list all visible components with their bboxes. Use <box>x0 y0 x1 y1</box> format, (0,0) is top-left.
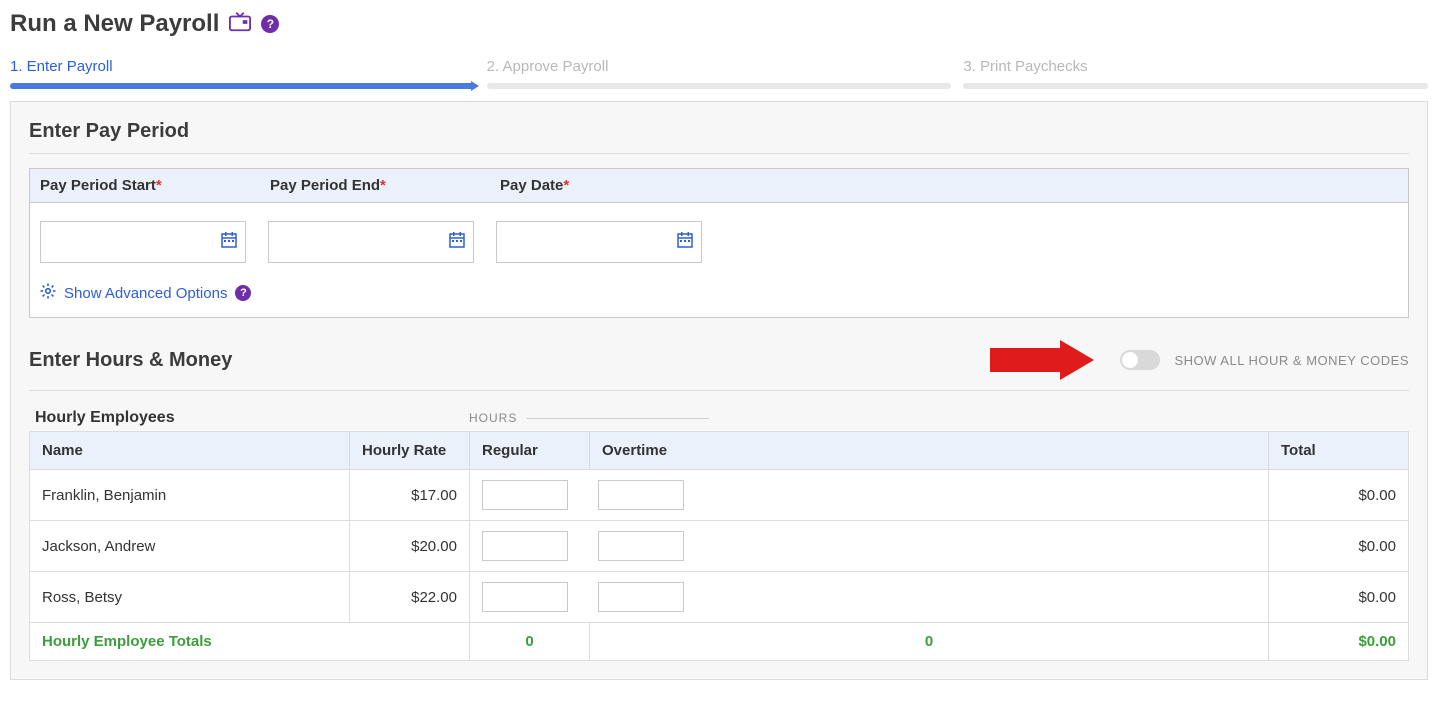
step-enter-payroll[interactable]: 1. Enter Payroll <box>10 58 475 89</box>
pay-date-input[interactable] <box>496 221 702 263</box>
step-label: 3. Print Paychecks <box>963 58 1428 83</box>
employee-name: Ross, Betsy <box>30 572 350 623</box>
hourly-employees-table: Name Hourly Rate Regular Overtime Total … <box>29 431 1409 661</box>
col-rate: Hourly Rate <box>350 432 470 470</box>
overtime-hours-input[interactable] <box>598 531 684 561</box>
totals-regular: 0 <box>470 623 590 661</box>
col-overtime: Overtime <box>590 432 1269 470</box>
pay-period-end-label: Pay Period End* <box>270 177 500 194</box>
table-row: Jackson, Andrew $20.00 $0.00 <box>30 521 1409 572</box>
employee-rate: $17.00 <box>350 470 470 521</box>
tv-icon[interactable] <box>229 12 251 36</box>
pay-period-box: Pay Period Start* Pay Period End* Pay Da… <box>29 168 1409 318</box>
employee-rate: $22.00 <box>350 572 470 623</box>
show-advanced-options-link[interactable]: Show Advanced Options <box>64 285 227 302</box>
show-all-codes-toggle[interactable] <box>1120 350 1160 370</box>
totals-overtime: 0 <box>590 623 1269 661</box>
table-row: Ross, Betsy $22.00 $0.00 <box>30 572 1409 623</box>
table-row: Franklin, Benjamin $17.00 $0.00 <box>30 470 1409 521</box>
page-title: Run a New Payroll <box>10 10 219 38</box>
employee-name: Franklin, Benjamin <box>30 470 350 521</box>
step-label: 2. Approve Payroll <box>487 58 952 83</box>
pay-date-label: Pay Date* <box>500 177 730 194</box>
col-regular: Regular <box>470 432 590 470</box>
help-icon[interactable]: ? <box>235 285 251 301</box>
step-approve-payroll[interactable]: 2. Approve Payroll <box>487 58 952 89</box>
calendar-icon <box>449 232 465 252</box>
overtime-hours-input[interactable] <box>598 582 684 612</box>
employee-total: $0.00 <box>1269 572 1409 623</box>
calendar-icon <box>221 232 237 252</box>
wizard-steps: 1. Enter Payroll 2. Approve Payroll 3. P… <box>10 58 1428 89</box>
col-name: Name <box>30 432 350 470</box>
step-bar <box>963 83 1428 89</box>
regular-hours-input[interactable] <box>482 480 568 510</box>
overtime-hours-input[interactable] <box>598 480 684 510</box>
employee-total: $0.00 <box>1269 470 1409 521</box>
show-all-codes-label: SHOW ALL HOUR & MONEY CODES <box>1174 353 1409 368</box>
regular-hours-input[interactable] <box>482 531 568 561</box>
employee-rate: $20.00 <box>350 521 470 572</box>
hourly-employees-title: Hourly Employees <box>29 405 469 431</box>
hours-group-label: HOURS <box>469 411 709 425</box>
pay-period-end-input[interactable] <box>268 221 474 263</box>
totals-row: Hourly Employee Totals 0 0 $0.00 <box>30 623 1409 661</box>
help-icon[interactable]: ? <box>261 15 279 33</box>
gear-icon <box>40 283 56 303</box>
main-panel: Enter Pay Period Pay Period Start* Pay P… <box>10 101 1428 680</box>
calendar-icon <box>677 232 693 252</box>
regular-hours-input[interactable] <box>482 582 568 612</box>
step-label: 1. Enter Payroll <box>10 58 475 83</box>
step-bar <box>487 83 952 89</box>
totals-label: Hourly Employee Totals <box>30 623 470 661</box>
annotation-arrow <box>990 340 1110 380</box>
employee-total: $0.00 <box>1269 521 1409 572</box>
col-total: Total <box>1269 432 1409 470</box>
step-print-paychecks[interactable]: 3. Print Paychecks <box>963 58 1428 89</box>
hours-money-heading: Enter Hours & Money <box>29 349 232 372</box>
totals-total: $0.00 <box>1269 623 1409 661</box>
pay-period-start-label: Pay Period Start* <box>40 177 270 194</box>
pay-period-heading: Enter Pay Period <box>29 120 1409 154</box>
employee-name: Jackson, Andrew <box>30 521 350 572</box>
step-bar <box>10 83 475 89</box>
pay-period-start-input[interactable] <box>40 221 246 263</box>
